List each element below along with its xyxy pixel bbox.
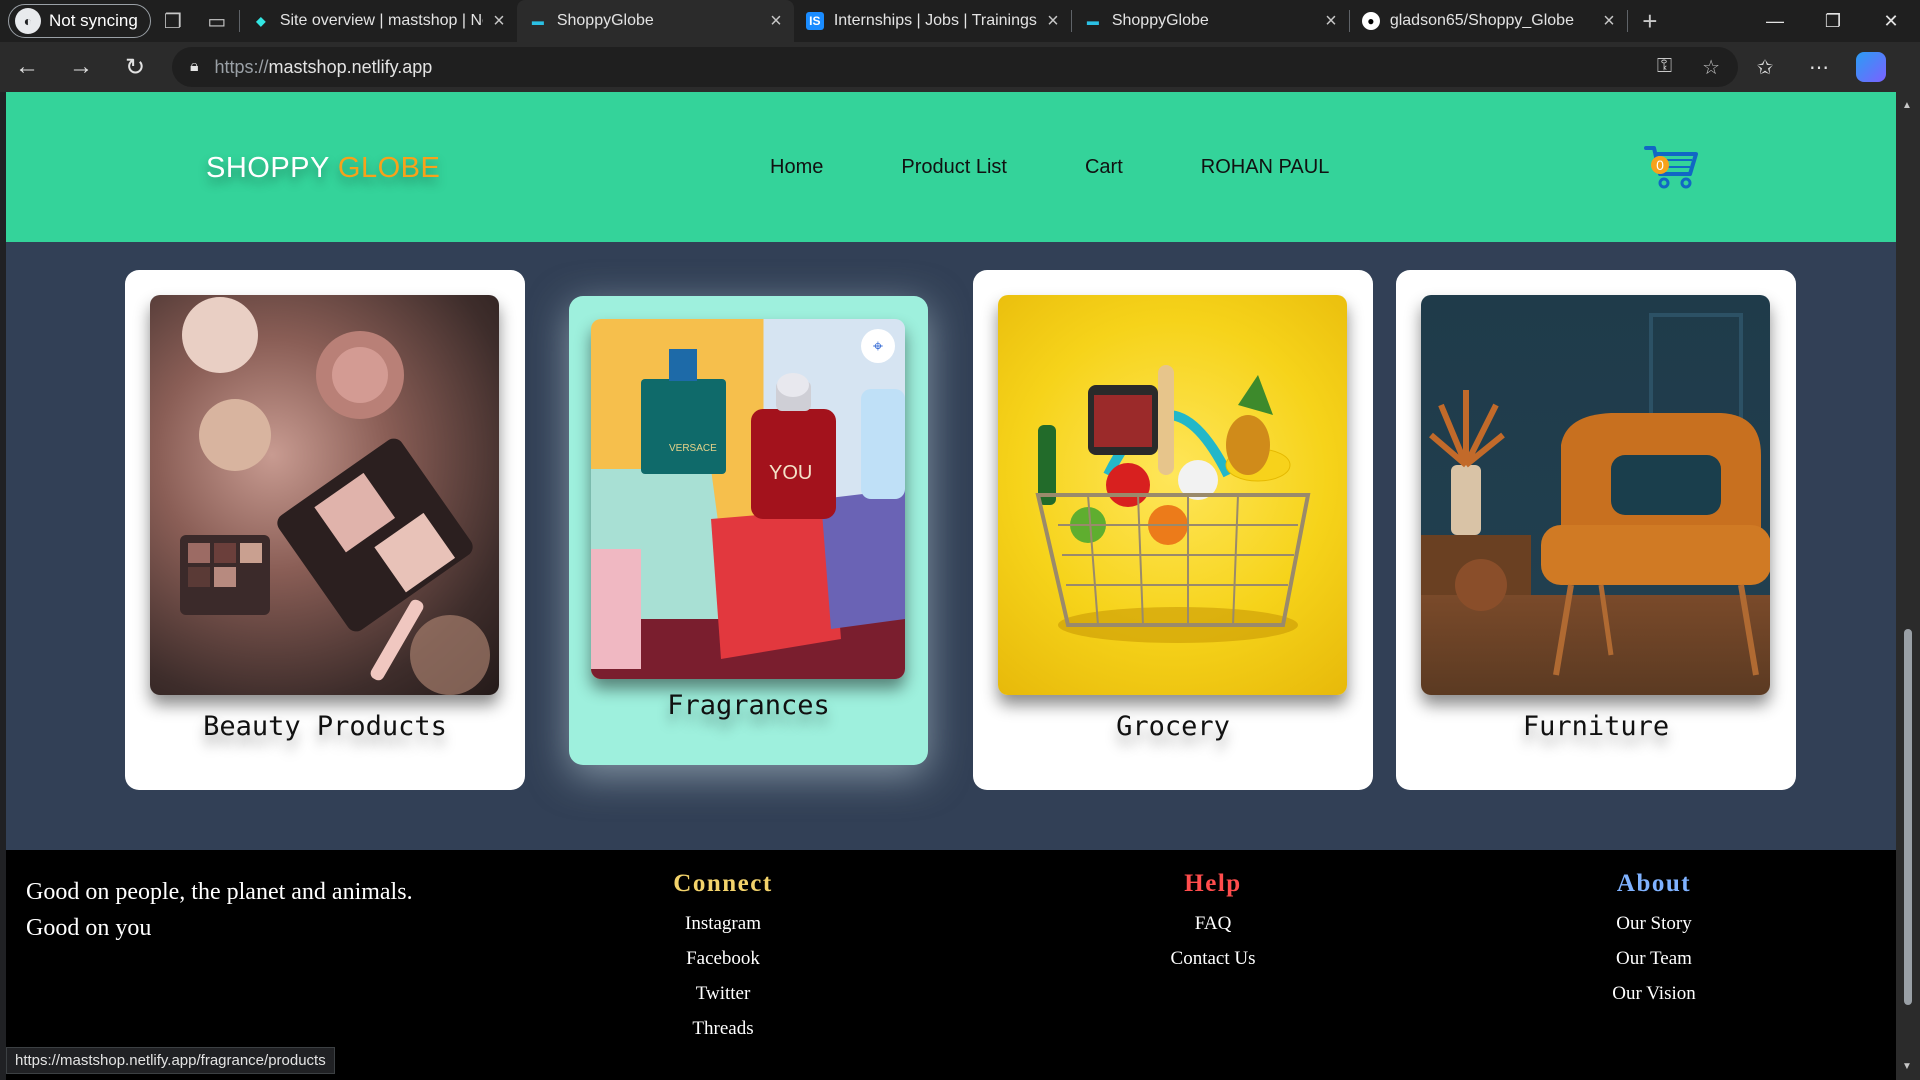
shoppyglobe-cart-icon: ▬ <box>531 14 544 28</box>
category-card-beauty[interactable]: Beauty Products <box>125 270 525 790</box>
profile-label: Not syncing <box>49 11 138 30</box>
nav-home[interactable]: Home <box>770 156 823 179</box>
more-menu-icon[interactable]: ⋯ <box>1792 42 1846 92</box>
tab-title: Internships | Jobs | Trainings & More <box>833 12 1037 29</box>
category-card-fragrances[interactable]: VERSACE YOU ⌖ Fragrances <box>569 296 928 765</box>
category-grid: Beauty Products VERSACE YOU ⌖ Fragrances… <box>6 242 1896 842</box>
main-nav: Home Product List Cart ROHAN PAUL <box>770 156 1329 179</box>
nav-user[interactable]: ROHAN PAUL <box>1201 156 1330 179</box>
footer-about: About Our Story Our Team Our Vision <box>1554 870 1754 1011</box>
page-viewport: SHOPPY GLOBE Home Product List Cart ROHA… <box>6 92 1896 1080</box>
footer-link-contact[interactable]: Contact Us <box>1113 941 1313 976</box>
scroll-up-icon[interactable]: ▲ <box>1902 100 1912 111</box>
profile-avatar-icon: ◐ <box>15 8 41 34</box>
category-label: Fragrances <box>667 690 830 721</box>
close-icon[interactable]: × <box>1325 10 1337 33</box>
footer-link-threads[interactable]: Threads <box>623 1011 823 1046</box>
cart-count-badge: 0 <box>1651 156 1669 174</box>
scrollbar-thumb[interactable] <box>1904 629 1912 1005</box>
tab-shoppyglobe[interactable]: ▬ ShoppyGlobe × <box>1072 0 1349 42</box>
scroll-down-icon[interactable]: ▼ <box>1902 1061 1912 1072</box>
category-label: Beauty Products <box>203 711 447 742</box>
category-card-furniture[interactable]: Furniture <box>1396 270 1796 790</box>
category-card-grocery[interactable]: Grocery <box>973 270 1373 790</box>
copilot-icon[interactable] <box>1856 52 1886 82</box>
footer-link-facebook[interactable]: Facebook <box>623 941 823 976</box>
window-close-icon[interactable]: ✕ <box>1862 0 1920 42</box>
url-text: https://mastshop.netlify.app <box>214 56 433 77</box>
close-icon[interactable]: × <box>770 10 782 33</box>
nav-product-list[interactable]: Product List <box>901 156 1007 179</box>
visual-search-icon[interactable]: ⌖ <box>861 329 895 363</box>
site-footer: Good on people, the planet and animals. … <box>6 850 1896 1080</box>
close-icon[interactable]: × <box>1603 10 1615 33</box>
internshala-icon: IS <box>805 12 824 30</box>
close-icon[interactable]: × <box>493 10 505 33</box>
footer-connect: Connect Instagram Facebook Twitter Threa… <box>623 870 823 1046</box>
back-icon[interactable]: ← <box>0 42 54 92</box>
lock-icon[interactable]: 🔒︎ <box>190 58 199 76</box>
forward-icon[interactable]: → <box>54 42 108 92</box>
tab-github[interactable]: ● gladson65/Shoppy_Globe × <box>1350 0 1627 42</box>
cart-icon[interactable]: 0 <box>1644 140 1700 190</box>
minimize-icon[interactable]: — <box>1746 0 1804 42</box>
shoppyglobe-cart-icon: ▬ <box>1086 14 1099 28</box>
browser-tab-bar: ◐ Not syncing ❐ ▭ ◆ Site overview | mast… <box>0 0 1920 42</box>
restore-icon[interactable]: ❐ <box>1804 0 1862 42</box>
tab-shoppyglobe-active[interactable]: ▬ ShoppyGlobe × <box>516 0 794 42</box>
site-header: SHOPPY GLOBE Home Product List Cart ROHA… <box>6 92 1896 242</box>
favorites-icon[interactable]: ✩ <box>1738 42 1792 92</box>
svg-text:YOU: YOU <box>769 462 812 484</box>
footer-link-twitter[interactable]: Twitter <box>623 976 823 1011</box>
tab-title: ShoppyGlobe <box>556 12 654 29</box>
address-bar[interactable]: 🔒︎ https://mastshop.netlify.app ⚿ ☆ <box>172 47 1738 87</box>
footer-link-our-team[interactable]: Our Team <box>1554 941 1754 976</box>
refresh-icon[interactable]: ↻ <box>108 42 162 92</box>
grocery-image <box>998 295 1347 695</box>
category-label: Furniture <box>1522 711 1670 742</box>
footer-about-title: About <box>1616 870 1692 897</box>
beauty-products-image <box>150 295 499 695</box>
favorite-star-icon[interactable]: ☆ <box>1702 55 1720 80</box>
nav-cart[interactable]: Cart <box>1085 156 1123 179</box>
netlify-icon: ◆ <box>256 14 266 28</box>
window-controls: — ❐ ✕ <box>1746 0 1920 42</box>
footer-tagline: Good on people, the planet and animals. … <box>26 879 413 941</box>
tab-internshala[interactable]: IS Internships | Jobs | Trainings & More… <box>794 0 1071 42</box>
tab-actions-icon[interactable]: ▭ <box>195 0 239 42</box>
page-scrollbar[interactable]: ▲ ▼ <box>1896 92 1920 1080</box>
tab-netlify[interactable]: ◆ Site overview | mastshop | Netlify × <box>240 0 517 42</box>
new-tab-icon[interactable]: + <box>1628 0 1672 42</box>
tab-title: Site overview | mastshop | Netlify <box>279 12 483 29</box>
footer-link-instagram[interactable]: Instagram <box>623 906 823 941</box>
link-status-bar: https://mastshop.netlify.app/fragrance/p… <box>6 1047 335 1074</box>
tab-title: gladson65/Shoppy_Globe <box>1389 12 1574 29</box>
footer-connect-title: Connect <box>673 870 773 897</box>
footer-help: Help FAQ Contact Us <box>1113 870 1313 976</box>
browser-toolbar: ← → ↻ 🔒︎ https://mastshop.netlify.app ⚿ … <box>0 42 1920 92</box>
furniture-image <box>1421 295 1770 695</box>
close-icon[interactable]: × <box>1047 10 1059 33</box>
fragrances-image: VERSACE YOU ⌖ <box>591 319 905 679</box>
footer-help-title: Help <box>1184 870 1242 897</box>
profile-button[interactable]: ◐ Not syncing <box>8 4 151 38</box>
github-icon: ● <box>1361 12 1380 30</box>
category-label: Grocery <box>1116 711 1230 742</box>
site-logo[interactable]: SHOPPY GLOBE <box>206 152 440 185</box>
tab-title: ShoppyGlobe <box>1111 12 1209 29</box>
svg-text:VERSACE: VERSACE <box>669 443 717 454</box>
footer-link-faq[interactable]: FAQ <box>1113 906 1313 941</box>
footer-link-our-vision[interactable]: Our Vision <box>1554 976 1754 1011</box>
key-icon[interactable]: ⚿ <box>1657 55 1672 80</box>
workspaces-icon[interactable]: ❐ <box>151 0 195 42</box>
footer-link-our-story[interactable]: Our Story <box>1554 906 1754 941</box>
